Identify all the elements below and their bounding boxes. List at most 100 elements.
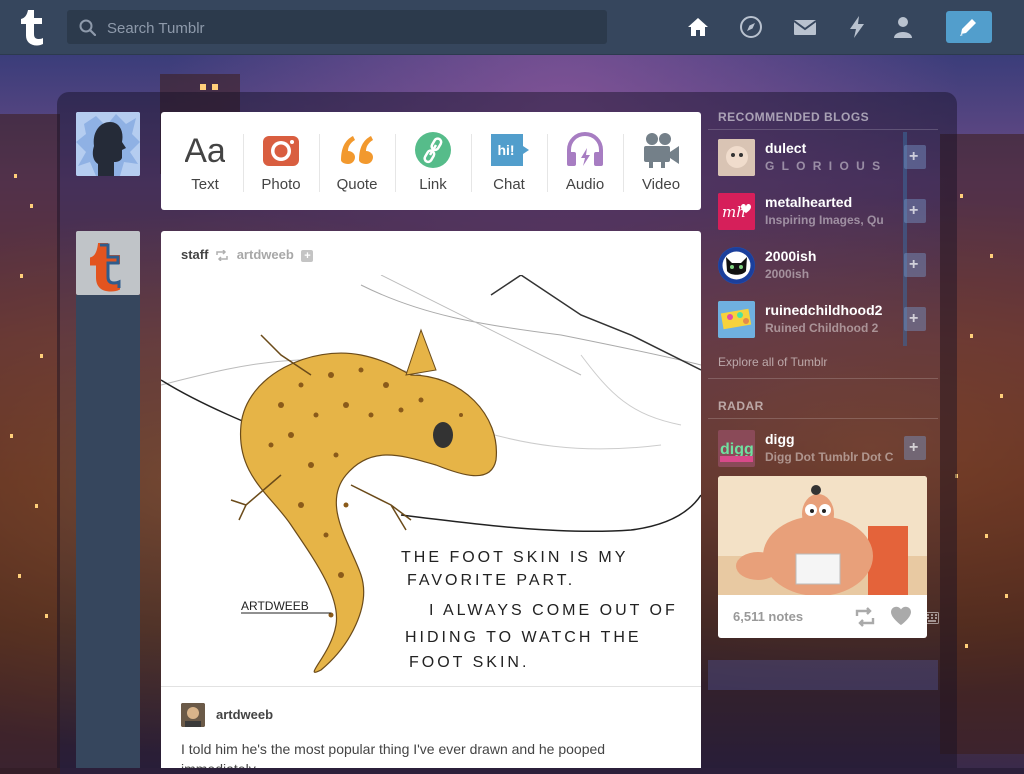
reblogged-from-link[interactable]: artdweeb bbox=[237, 247, 294, 262]
radar-cartoon-image[interactable] bbox=[718, 476, 927, 595]
plus-icon: + bbox=[909, 202, 919, 219]
chat-icon: hi! bbox=[491, 134, 529, 166]
heart-icon[interactable] bbox=[890, 606, 912, 626]
plus-icon: + bbox=[909, 256, 919, 273]
follow-button[interactable]: + bbox=[904, 436, 926, 460]
blog-description: Ruined Childhood 2 bbox=[765, 321, 879, 335]
divider bbox=[708, 418, 938, 419]
recommended-blog-item[interactable]: mh metalhearted Inspiring Images, Qu + bbox=[708, 193, 928, 247]
blog-description: G L O R I O U S bbox=[765, 159, 883, 173]
headphones-icon bbox=[567, 131, 603, 166]
reblog-user-avatar[interactable] bbox=[181, 703, 205, 727]
pencil-icon bbox=[960, 19, 976, 36]
gecko-drawing-image[interactable]: THE FOOT SKIN IS MY FAVORITE PART. I ALW… bbox=[161, 275, 701, 686]
svg-text:hi!: hi! bbox=[497, 142, 514, 158]
text-icon: Aa bbox=[185, 132, 225, 170]
divider bbox=[708, 378, 938, 379]
video-camera-icon bbox=[644, 133, 679, 168]
post-type-quote[interactable]: Quote bbox=[319, 112, 395, 210]
artist-signature: ARTDWEEB bbox=[241, 599, 309, 613]
search-input[interactable] bbox=[105, 10, 599, 46]
blog-name[interactable]: dulect bbox=[765, 140, 806, 156]
blog-description: Inspiring Images, Qu bbox=[765, 213, 884, 227]
post-author-link[interactable]: staff bbox=[181, 247, 208, 262]
reblog-icon[interactable] bbox=[854, 607, 876, 627]
divider bbox=[708, 129, 938, 130]
follow-button[interactable]: + bbox=[904, 145, 926, 169]
tumblr-t-logo-icon bbox=[90, 243, 121, 292]
follow-button[interactable]: + bbox=[904, 253, 926, 277]
blog-avatar: digg bbox=[718, 430, 755, 467]
home-icon[interactable] bbox=[686, 15, 710, 39]
sidebar-footer-area bbox=[708, 660, 938, 690]
svg-text:FOOT SKIN.: FOOT SKIN. bbox=[409, 654, 529, 671]
post-type-label: Audio bbox=[565, 176, 605, 193]
activity-icon[interactable] bbox=[845, 15, 869, 39]
left-rail bbox=[76, 295, 140, 768]
keyboard-shortcuts-icon[interactable] bbox=[925, 612, 939, 624]
post-type-chat[interactable]: hi! Chat bbox=[471, 112, 547, 210]
post-type-label: Link bbox=[419, 176, 447, 193]
camera-icon bbox=[263, 136, 299, 166]
svg-text:FAVORITE PART.: FAVORITE PART. bbox=[407, 572, 575, 589]
search-icon bbox=[79, 19, 96, 36]
explore-icon[interactable] bbox=[739, 15, 763, 39]
reblog-arrow-icon bbox=[216, 249, 228, 262]
dashboard-post: staff artdweeb + THE FOOT SKIN IS MY FAV… bbox=[161, 231, 701, 768]
user-avatar[interactable] bbox=[76, 112, 140, 176]
post-body-text: I told him he's the most popular thing I… bbox=[181, 741, 606, 768]
follow-button[interactable]: + bbox=[904, 199, 926, 223]
blog-name[interactable]: ruinedchildhood2 bbox=[765, 302, 882, 318]
tumblr-account-avatar[interactable] bbox=[76, 231, 140, 295]
post-header: staff artdweeb + bbox=[181, 247, 314, 262]
plus-icon: + bbox=[909, 439, 919, 456]
radar-heading: RADAR bbox=[718, 399, 764, 413]
svg-text:HIDING TO WATCH THE: HIDING TO WATCH THE bbox=[405, 629, 642, 646]
notes-count[interactable]: 6,511 notes bbox=[733, 609, 803, 624]
plus-icon: + bbox=[909, 148, 919, 165]
post-type-label: Chat bbox=[493, 176, 525, 193]
post-type-photo[interactable]: Photo bbox=[243, 112, 319, 210]
avatar-image bbox=[181, 703, 205, 727]
quote-icon bbox=[341, 136, 373, 164]
recommended-blog-item[interactable]: dulect G L O R I O U S + bbox=[708, 139, 928, 193]
tumblr-logo-icon[interactable] bbox=[17, 8, 49, 46]
blog-name[interactable]: metalhearted bbox=[765, 194, 852, 210]
plus-icon: + bbox=[909, 310, 919, 327]
svg-text:digg: digg bbox=[720, 441, 754, 458]
messages-icon[interactable] bbox=[793, 15, 817, 39]
blog-description: 2000ish bbox=[765, 267, 810, 281]
compose-post-button[interactable] bbox=[946, 11, 992, 43]
radar-post-card[interactable]: 6,511 notes bbox=[718, 476, 927, 638]
recommended-blog-item[interactable]: 2000ish 2000ish + bbox=[708, 247, 928, 301]
post-type-text[interactable]: Aa Text bbox=[167, 112, 243, 210]
silhouette-avatar-image bbox=[76, 112, 140, 176]
explore-tumblr-link[interactable]: Explore all of Tumblr bbox=[718, 355, 827, 369]
svg-text:THE FOOT SKIN IS MY: THE FOOT SKIN IS MY bbox=[401, 549, 628, 566]
post-type-video[interactable]: Video bbox=[623, 112, 699, 210]
reblog-user-link[interactable]: artdweeb bbox=[216, 707, 273, 722]
svg-text:I ALWAYS COME OUT OF: I ALWAYS COME OUT OF bbox=[429, 602, 678, 619]
follow-plus-button[interactable]: + bbox=[301, 249, 314, 262]
account-icon[interactable] bbox=[891, 15, 915, 39]
post-type-label: Text bbox=[191, 176, 219, 193]
search-box[interactable] bbox=[67, 10, 607, 46]
blog-name[interactable]: 2000ish bbox=[765, 248, 816, 264]
blog-avatar: mh bbox=[718, 193, 755, 230]
post-type-audio[interactable]: Audio bbox=[547, 112, 623, 210]
post-type-label: Photo bbox=[261, 176, 301, 193]
post-type-label: Video bbox=[641, 176, 681, 193]
link-icon bbox=[415, 132, 451, 168]
recommended-blog-item[interactable]: ruinedchildhood2 Ruined Childhood 2 + bbox=[708, 301, 928, 355]
blog-description: Digg Dot Tumblr Dot C bbox=[765, 450, 894, 464]
svg-text:Aa: Aa bbox=[185, 132, 225, 170]
blog-avatar bbox=[718, 247, 755, 284]
follow-button[interactable]: + bbox=[904, 307, 926, 331]
blog-name[interactable]: digg bbox=[765, 431, 795, 447]
blog-avatar bbox=[718, 301, 755, 338]
post-type-bar: Aa Text Photo Quote Link hi! Chat Audio … bbox=[161, 112, 701, 210]
top-navigation-bar bbox=[0, 0, 1024, 55]
post-type-link[interactable]: Link bbox=[395, 112, 471, 210]
recommended-blogs-heading: RECOMMENDED BLOGS bbox=[718, 110, 870, 124]
divider bbox=[161, 686, 701, 687]
